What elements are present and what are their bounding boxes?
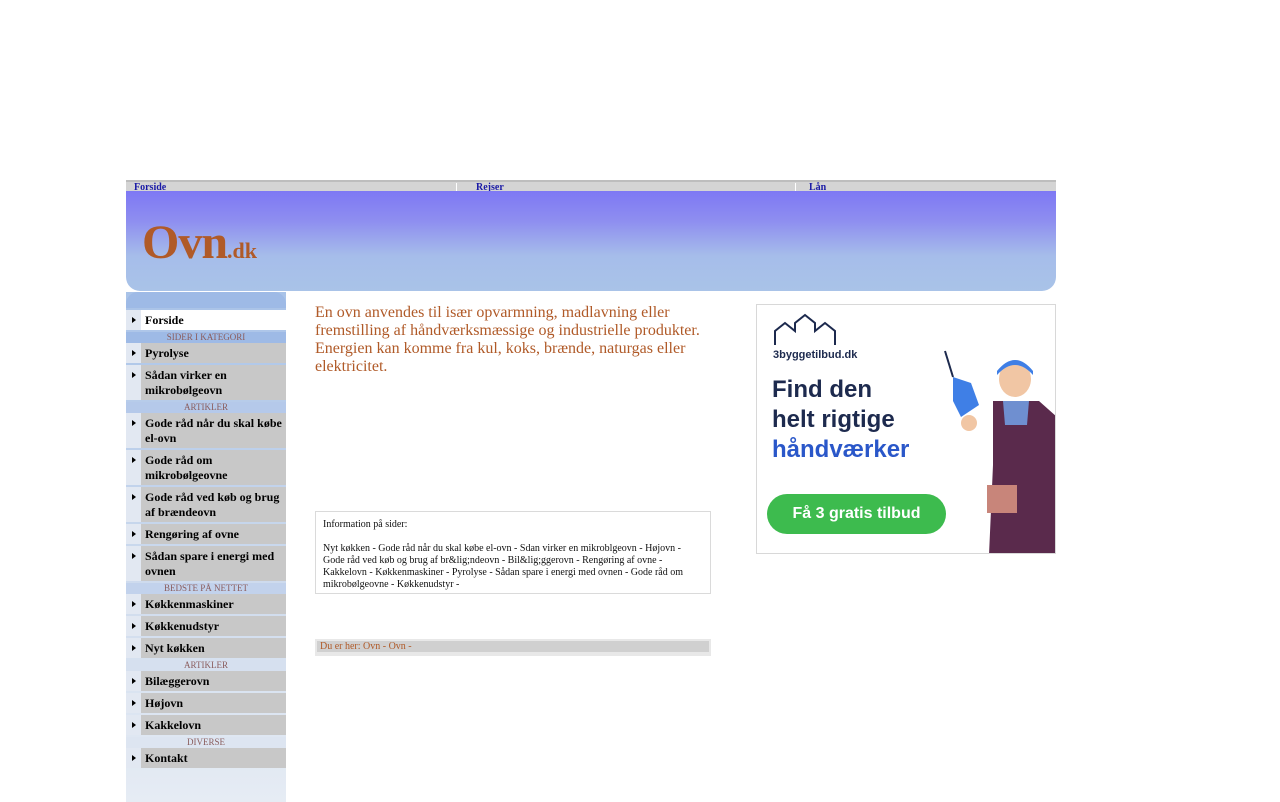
arrow-right-icon [126,343,141,363]
ad-headline-line: håndværker [772,436,910,463]
arrow-right-icon [126,310,141,330]
ad-headline: Find den helt rigtige håndværker [772,375,952,465]
worker-hand [961,415,977,431]
sidebar-item-label: Pyrolyse [145,346,189,360]
sidebar-item-label: Forside [145,313,184,327]
sidebar-item[interactable]: Bilæggerovn [126,671,286,691]
worker-shirt [1003,401,1029,425]
info-label: Information på sider: [323,519,408,530]
arrow-right-icon [126,487,141,522]
sidebar-item[interactable]: Nyt køkken [126,638,286,658]
arrow-right-icon [126,693,141,713]
arrow-right-icon [126,546,141,581]
sidebar-item[interactable]: Gode råd når du skal købe el-ovn [126,413,286,448]
sidebar-item-label: Gode råd ved køb og brug af brændeovn [145,490,280,519]
sidebar-section-heading: BEDSTE PÅ NETTET [126,583,286,594]
sidebar-item[interactable]: Køkkenudstyr [126,616,286,636]
sidebar-item-label: Gode råd om mikrobølgeovne [145,453,228,482]
sidebar-item-label: Sådan spare i energi med ovnen [145,549,275,578]
arrow-right-icon [126,450,141,485]
drill-bit-icon [944,350,954,378]
breadcrumb: Du er her: Ovn - Ovn - [315,639,711,656]
ad-headline-line: helt rigtige [772,406,895,433]
sidebar-item[interactable]: Pyrolyse [126,343,286,363]
site-header: Ovn.dk [126,191,1056,291]
sidebar-item[interactable]: Sådan spare i energi med ovnen [126,546,286,581]
intro-text: En ovn anvendes til især opvarmning, mad… [315,304,700,375]
drill-icon [953,377,979,417]
sidebar-section-heading: ARTIKLER [126,402,286,413]
sidebar-section-heading: DIVERSE [126,737,286,748]
sidebar-item-label: Rengøring af ovne [145,527,239,541]
arrow-right-icon [126,413,141,448]
sidebar-item[interactable]: Køkkenmaskiner [126,594,286,614]
sidebar-item-label: Bilæggerovn [145,674,210,688]
sidebar-item-label: Gode råd når du skal købe el-ovn [145,416,282,445]
sidebar-section-heading: ARTIKLER [126,660,286,671]
sidebar-item-label: Sådan virker en mikrobølgeovn [145,368,227,397]
sidebar-item[interactable]: Gode råd om mikrobølgeovne [126,450,286,485]
arrow-right-icon [126,524,141,544]
sidebar-list: Forside SIDER I KATEGORI Pyrolyse Sådan vir… [126,308,286,768]
ad-banner[interactable]: 3byggetilbud.dk Find den helt rigtige hå… [756,304,1056,554]
sidebar-item[interactable]: Forside [126,310,286,330]
sidebar-item[interactable]: Højovn [126,693,286,713]
sidebar-item-label: Kakkelovn [145,718,202,732]
ad-brand: 3byggetilbud.dk [773,349,858,361]
site-logo[interactable]: Ovn.dk [142,215,257,270]
worker-toolbelt [987,485,1017,513]
house-logo-icon [774,313,836,345]
ad-cta-button[interactable]: Få 3 gratis tilbud [767,494,946,534]
sidebar-item-label: Kontakt [145,751,188,765]
sidebar: Forside SIDER I KATEGORI Pyrolyse Sådan vir… [126,292,286,802]
logo-suffix: .dk [227,238,258,263]
sidebar-cap [126,292,286,308]
arrow-right-icon [126,638,141,658]
sidebar-item-label: Køkkenmaskiner [145,597,234,611]
arrow-right-icon [126,365,141,400]
sidebar-item-label: Højovn [145,696,184,710]
breadcrumb-text[interactable]: Du er her: Ovn - Ovn - [317,641,709,652]
arrow-right-icon [126,616,141,636]
arrow-right-icon [126,715,141,735]
sidebar-item-label: Nyt køkken [145,641,205,655]
logo-main: Ovn [142,216,228,269]
sidebar-item[interactable]: Gode råd ved køb og brug af brændeovn [126,487,286,522]
arrow-right-icon [126,594,141,614]
info-box: Information på sider: Nyt køkken - Gode … [315,511,711,594]
ad-headline-line: Find den [772,376,872,403]
arrow-right-icon [126,748,141,768]
arrow-right-icon [126,671,141,691]
sidebar-item[interactable]: Rengøring af ovne [126,524,286,544]
sidebar-item[interactable]: Kontakt [126,748,286,768]
info-links[interactable]: Nyt køkken - Gode råd når du skal købe e… [323,543,703,591]
sidebar-section-heading: SIDER I KATEGORI [126,332,286,343]
sidebar-item[interactable]: Kakkelovn [126,715,286,735]
sidebar-item[interactable]: Sådan virker en mikrobølgeovn [126,365,286,400]
sidebar-item-label: Køkkenudstyr [145,619,220,633]
